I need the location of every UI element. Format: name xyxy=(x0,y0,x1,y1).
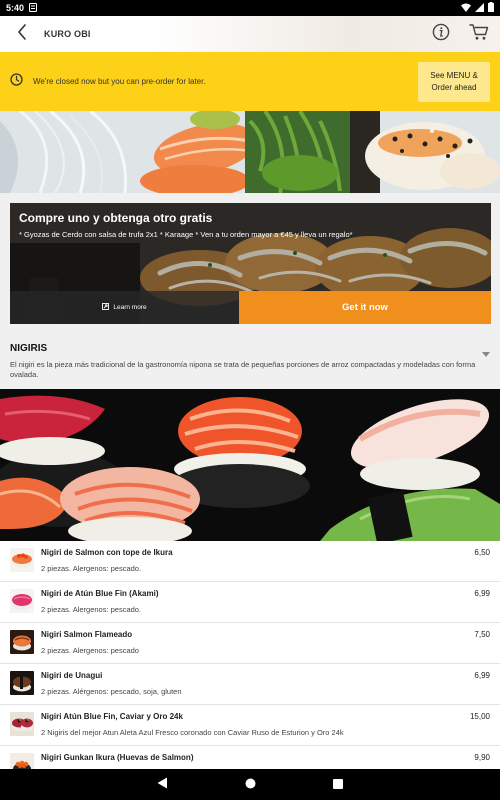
system-nav-bar xyxy=(0,769,500,800)
promo-subtitle: * Gyozas de Cerdo con salsa de trufa 2x1… xyxy=(19,230,353,239)
category-image xyxy=(0,389,500,541)
item-price: 6,99 xyxy=(474,671,490,680)
cart-button[interactable] xyxy=(458,16,500,52)
item-price: 7,50 xyxy=(474,630,490,639)
menu-item[interactable]: Nigiri de Unagui 2 piezas. Alérgenos: pe… xyxy=(0,664,500,705)
item-thumbnail xyxy=(10,712,34,736)
menu-item[interactable]: Nigiri de Salmon con tope de Ikura 2 pie… xyxy=(0,541,500,582)
item-name: Nigiri Gunkan Ikura (Huevas de Salmon) xyxy=(41,753,194,762)
triangle-back-icon xyxy=(157,776,168,794)
see-menu-label-line1: See MENU & xyxy=(430,70,478,80)
item-thumbnail xyxy=(10,548,34,572)
nav-back-button[interactable] xyxy=(152,775,172,795)
notification-icon xyxy=(29,2,38,14)
circle-home-icon xyxy=(245,776,256,794)
status-time: 5:40 xyxy=(6,3,25,13)
item-description: 2 piezas. Alergenos: pescado. xyxy=(41,605,142,614)
chevron-down-icon[interactable] xyxy=(482,345,490,363)
item-price: 6,50 xyxy=(474,548,490,557)
square-recents-icon xyxy=(333,776,343,794)
menu-list: Nigiri de Salmon con tope de Ikura 2 pie… xyxy=(0,541,500,787)
closed-banner: We're closed now but you can pre-order f… xyxy=(0,52,500,111)
battery-icon xyxy=(488,2,494,14)
back-arrow-icon xyxy=(17,23,27,45)
promo-title: Compre uno y obtenga otro gratis xyxy=(19,211,213,225)
category-description: El nigiri es la pieza más tradicional de… xyxy=(10,360,476,380)
menu-item[interactable]: Nigiri de Atún Blue Fin (Akami) 2 piezas… xyxy=(0,582,500,623)
status-bar: 5:40 xyxy=(0,0,500,16)
signal-icon xyxy=(475,2,484,14)
cart-icon xyxy=(469,23,489,46)
wifi-icon xyxy=(461,3,471,14)
item-thumbnail xyxy=(10,589,34,613)
item-thumbnail xyxy=(10,671,34,695)
hero-image xyxy=(0,111,500,193)
nav-recents-button[interactable] xyxy=(328,775,348,795)
back-button[interactable] xyxy=(0,16,44,52)
app-bar: KURO OBI xyxy=(0,16,500,52)
get-it-now-button[interactable]: Get it now xyxy=(239,291,491,324)
item-description: 2 piezas. Alergenos: pescado. xyxy=(41,564,142,573)
item-price: 15,00 xyxy=(469,712,490,721)
category-title: NIGIRIS xyxy=(10,343,48,354)
item-price: 6,99 xyxy=(474,589,490,598)
closed-message: We're closed now but you can pre-order f… xyxy=(33,77,206,86)
see-menu-button[interactable]: See MENU & Order ahead xyxy=(418,61,490,102)
nav-home-button[interactable] xyxy=(240,775,260,795)
item-name: Nigiri de Atún Blue Fin (Akami) xyxy=(41,589,159,598)
item-price: 9,90 xyxy=(474,753,490,762)
item-name: Nigiri Atún Blue Fin, Caviar y Oro 24k xyxy=(41,712,183,721)
info-button[interactable] xyxy=(424,16,458,52)
info-icon xyxy=(432,23,450,46)
menu-item[interactable]: Nigiri Salmon Flameado 2 piezas. Alergen… xyxy=(0,623,500,664)
item-description: 2 Nigiris del mejor Atun Aleta Azul Fres… xyxy=(41,728,344,737)
learn-more-label: Learn more xyxy=(113,304,147,311)
category-header[interactable]: NIGIRIS El nigiri es la pieza más tradic… xyxy=(0,333,500,389)
item-description: 2 piezas. Alergenos: pescado xyxy=(41,646,139,655)
see-menu-label-line2: Order ahead xyxy=(431,82,477,92)
restaurant-title: KURO OBI xyxy=(44,29,91,39)
promo-section: Compre uno y obtenga otro gratis * Gyoza… xyxy=(0,193,500,333)
promo-card[interactable]: Compre uno y obtenga otro gratis * Gyoza… xyxy=(10,203,491,324)
item-name: Nigiri Salmon Flameado xyxy=(41,630,133,639)
learn-more-button[interactable]: Learn more xyxy=(10,291,239,324)
external-link-icon xyxy=(102,303,110,312)
item-name: Nigiri de Salmon con tope de Ikura xyxy=(41,548,173,557)
menu-item[interactable]: Nigiri Atún Blue Fin, Caviar y Oro 24k 2… xyxy=(0,705,500,746)
item-name: Nigiri de Unagui xyxy=(41,671,103,680)
item-thumbnail xyxy=(10,630,34,654)
item-description: 2 piezas. Alérgenos: pescado, soja, glut… xyxy=(41,687,182,696)
clock-icon xyxy=(10,72,23,91)
